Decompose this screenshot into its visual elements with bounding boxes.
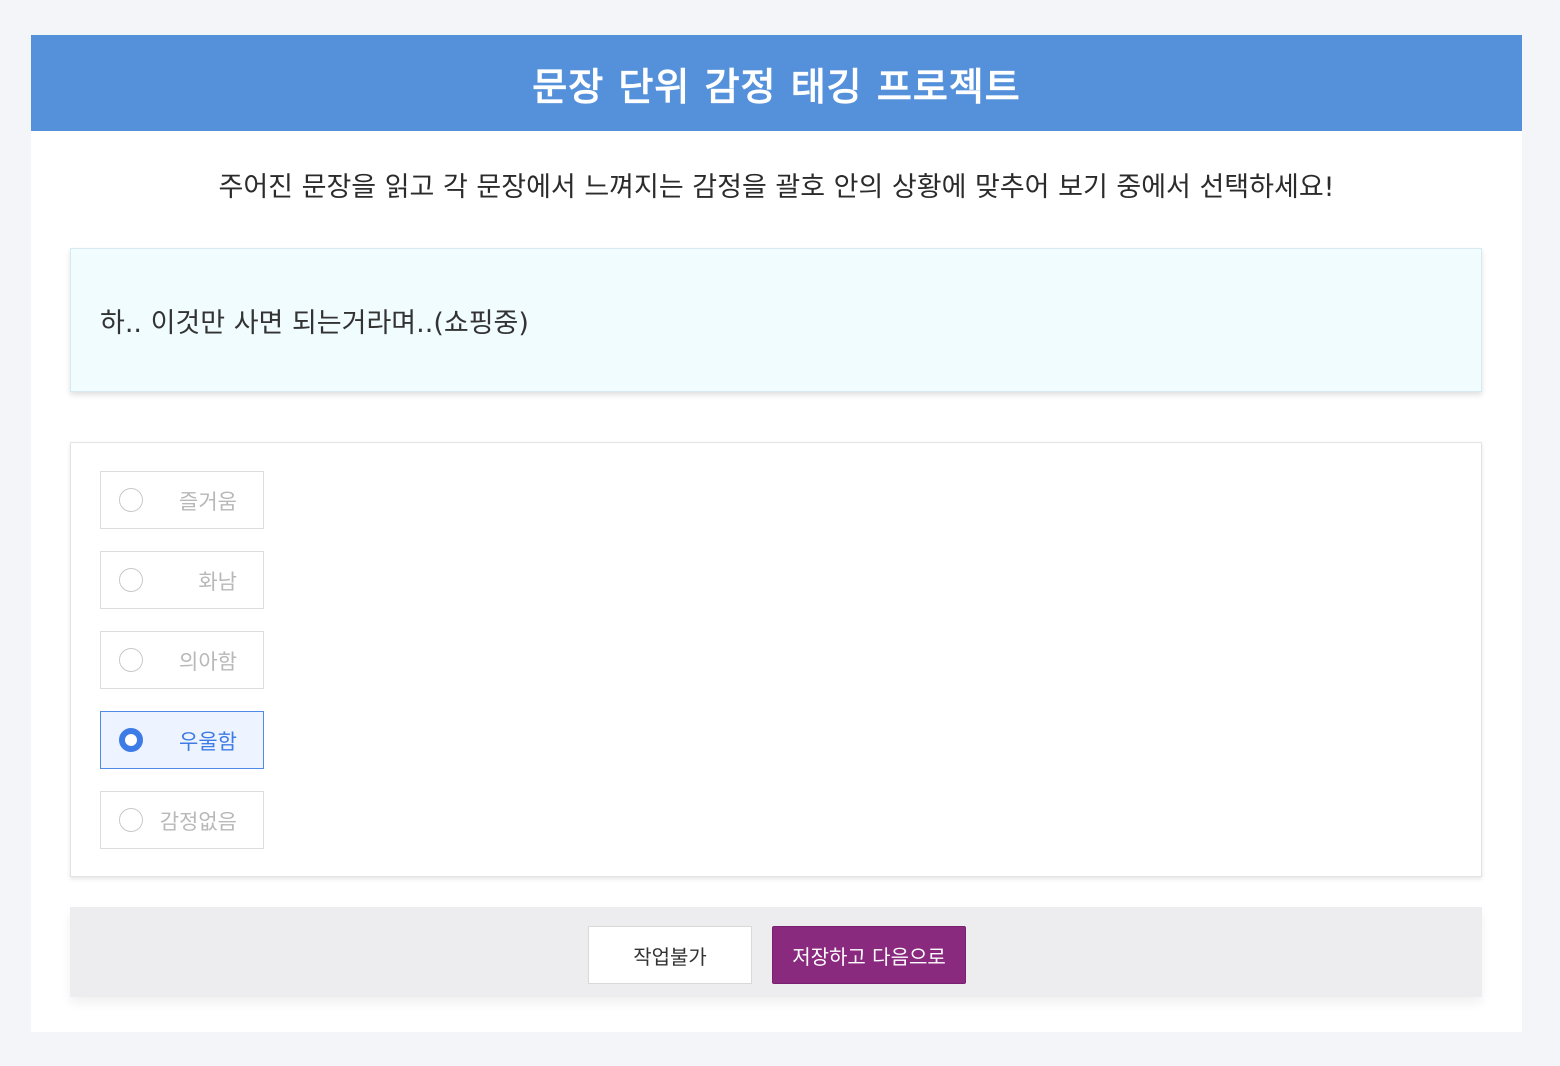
option-angry[interactable]: 화남 — [100, 551, 264, 609]
action-bar: 작업불가 저장하고 다음으로 — [70, 907, 1482, 997]
radio-icon[interactable] — [119, 648, 143, 672]
skip-button[interactable]: 작업불가 — [588, 926, 752, 984]
option-depressed[interactable]: 우울함 — [100, 711, 264, 769]
option-label: 감정없음 — [159, 810, 237, 834]
page-title: 문장 단위 감정 태깅 프로젝트 — [532, 64, 1021, 109]
radio-selected-icon[interactable] — [119, 728, 143, 752]
radio-icon[interactable] — [119, 488, 143, 512]
option-label: 의아함 — [179, 650, 237, 674]
option-label: 즐거움 — [179, 490, 237, 514]
sentence-panel: 하.. 이것만 사면 되는거라며..(쇼핑중) — [70, 248, 1482, 392]
radio-icon[interactable] — [119, 568, 143, 592]
sentence-text: 하.. 이것만 사면 되는거라며..(쇼핑중) — [100, 308, 529, 339]
emotion-options-panel: 즐거움 화남 의아함 우울함 감정없음 — [70, 442, 1482, 877]
option-puzzled[interactable]: 의아함 — [100, 631, 264, 689]
option-label: 우울함 — [179, 730, 237, 754]
task-card: 문장 단위 감정 태깅 프로젝트 주어진 문장을 읽고 각 문장에서 느껴지는 … — [31, 35, 1522, 1032]
option-no-emotion[interactable]: 감정없음 — [100, 791, 264, 849]
page-header: 문장 단위 감정 태깅 프로젝트 — [31, 35, 1522, 131]
option-joy[interactable]: 즐거움 — [100, 471, 264, 529]
instruction-text: 주어진 문장을 읽고 각 문장에서 느껴지는 감정을 괄호 안의 상황에 맞추어… — [218, 172, 1335, 203]
radio-icon[interactable] — [119, 808, 143, 832]
save-next-button[interactable]: 저장하고 다음으로 — [772, 926, 966, 984]
option-label: 화남 — [198, 570, 237, 594]
